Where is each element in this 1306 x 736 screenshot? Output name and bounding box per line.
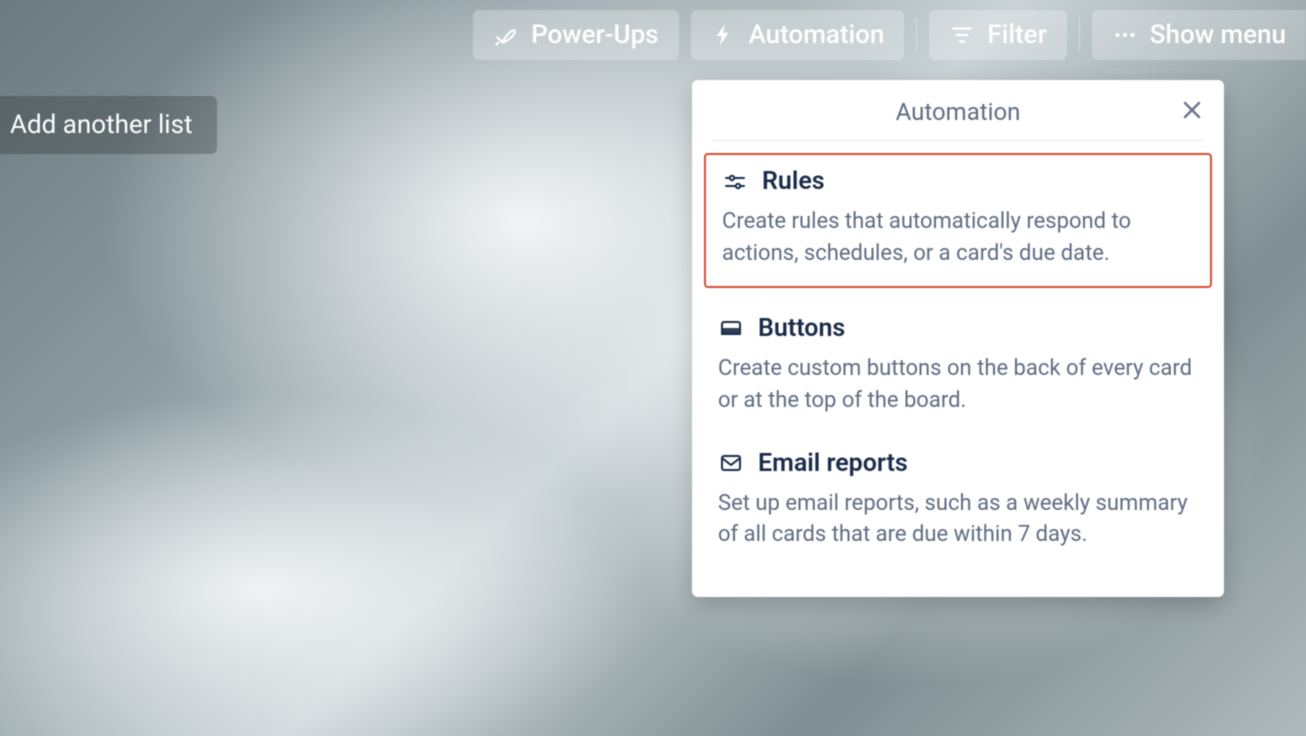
automation-label: Automation (749, 20, 885, 50)
item-title: Rules (762, 167, 825, 196)
panel-header: Automation (692, 80, 1224, 140)
toolbar-divider (916, 18, 917, 52)
filter-icon (949, 22, 975, 48)
envelope-icon (718, 450, 744, 476)
show-menu-label: Show menu (1150, 20, 1286, 50)
panel-title: Automation (896, 98, 1021, 126)
ellipsis-icon (1112, 22, 1138, 48)
filter-label: Filter (987, 20, 1046, 50)
item-description: Create rules that automatically respond … (722, 206, 1194, 270)
item-head: Email reports (718, 449, 1198, 478)
filter-button[interactable]: Filter (929, 10, 1066, 60)
item-description: Create custom buttons on the back of eve… (718, 353, 1198, 417)
card-icon (718, 315, 744, 341)
item-title: Buttons (758, 314, 845, 343)
item-head: Rules (722, 167, 1194, 196)
power-ups-label: Power-Ups (531, 20, 658, 50)
automation-item-rules[interactable]: Rules Create rules that automatically re… (704, 153, 1212, 288)
lightning-icon (711, 22, 737, 48)
item-title: Email reports (758, 449, 908, 478)
add-list-label: Add another list (10, 110, 193, 140)
show-menu-button[interactable]: Show menu (1092, 10, 1306, 60)
add-list-button[interactable]: Add another list (0, 96, 217, 154)
close-icon (1180, 98, 1204, 122)
automation-panel: Automation Rules Create rules that autom… (692, 80, 1224, 597)
power-ups-button[interactable]: Power-Ups (473, 10, 678, 60)
automation-item-email-reports[interactable]: Email reports Set up email reports, such… (700, 435, 1216, 570)
item-head: Buttons (718, 314, 1198, 343)
rocket-icon (493, 22, 519, 48)
automation-button[interactable]: Automation (691, 10, 905, 60)
panel-close-button[interactable] (1180, 98, 1204, 122)
item-description: Set up email reports, such as a weekly s… (718, 488, 1198, 552)
automation-item-buttons[interactable]: Buttons Create custom buttons on the bac… (700, 300, 1216, 435)
panel-body: Rules Create rules that automatically re… (692, 141, 1224, 569)
board-toolbar: Power-Ups Automation Filter Show menu (473, 10, 1306, 60)
sliders-icon (722, 169, 748, 195)
toolbar-divider (1079, 18, 1080, 52)
